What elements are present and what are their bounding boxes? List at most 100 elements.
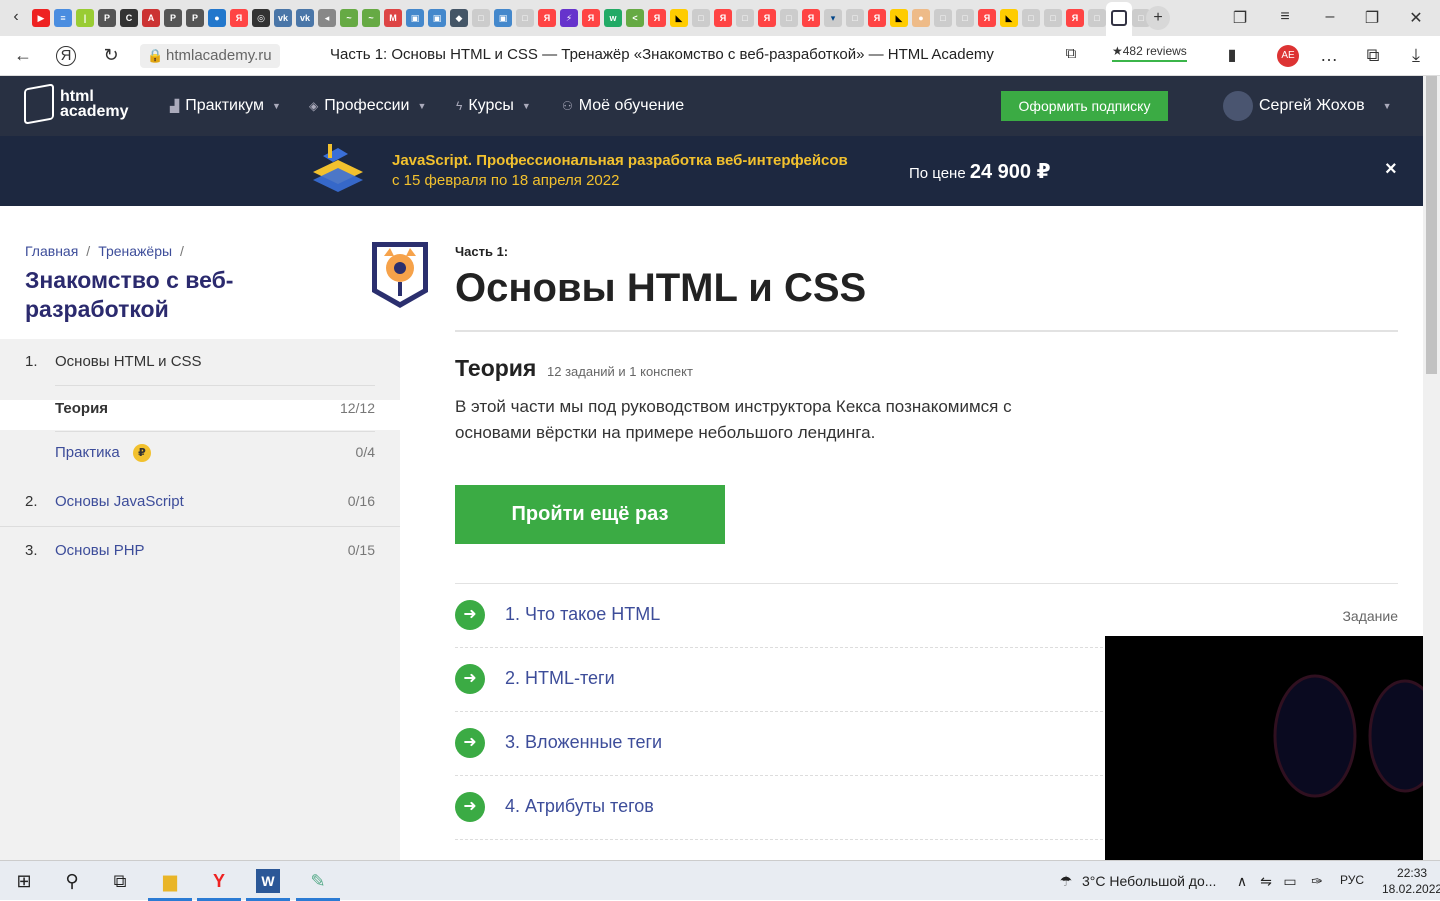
tab-icon[interactable]: ◣ — [670, 9, 688, 27]
nav-practicum[interactable]: ▟ Практикум ▼ — [170, 97, 281, 115]
tab-icon[interactable]: | — [76, 9, 94, 27]
close-window-icon[interactable]: ✕ — [1406, 8, 1426, 28]
task-view-icon[interactable]: ⧉ — [108, 869, 132, 893]
tab-yandex-icon[interactable]: Я — [758, 9, 776, 27]
crumb-trainers[interactable]: Тренажёры — [98, 243, 172, 259]
lesson-title[interactable]: 3. Вложенные теги — [505, 732, 662, 753]
tab-icon[interactable]: ▣ — [428, 9, 446, 27]
tab-yandex-icon[interactable]: Я — [1066, 9, 1084, 27]
tab-icon[interactable]: ◣ — [890, 9, 908, 27]
tab-yandex-icon[interactable]: Я — [868, 9, 886, 27]
back-tabs-icon[interactable]: ‹ — [6, 8, 26, 26]
video-overlay[interactable] — [1105, 636, 1440, 860]
tab-icon[interactable]: □ — [736, 9, 754, 27]
reload-icon[interactable]: ↻ — [100, 45, 122, 66]
tab-icon[interactable]: □ — [1044, 9, 1062, 27]
tab-icon[interactable]: □ — [692, 9, 710, 27]
promo-banner[interactable]: JavaScript. Профессиональная разработка … — [0, 136, 1423, 206]
network-icon[interactable]: ⇋ — [1254, 869, 1278, 893]
tab-icon[interactable]: < — [626, 9, 644, 27]
tab-icon[interactable]: ▣ — [494, 9, 512, 27]
display-icon[interactable]: ▭ — [1278, 869, 1302, 893]
sub-item-theory[interactable]: Теория 12/12 — [0, 400, 400, 430]
tab-gmail-icon[interactable]: M — [384, 9, 402, 27]
active-tab[interactable] — [1106, 2, 1132, 36]
word-icon[interactable]: W — [256, 869, 280, 893]
windows-start-icon[interactable]: ⊞ — [12, 869, 36, 893]
tab-icon[interactable]: P — [186, 9, 204, 27]
tab-yandex-icon[interactable]: Я — [802, 9, 820, 27]
close-icon[interactable]: × — [1385, 158, 1397, 181]
url-field[interactable]: 🔒 htmlacademy.ru — [140, 44, 280, 68]
restore-icon[interactable]: ❐ — [1362, 8, 1382, 28]
tab-icon[interactable]: A — [142, 9, 160, 27]
tab-icon[interactable]: □ — [780, 9, 798, 27]
tab-icon[interactable]: ◆ — [450, 9, 468, 27]
section-1[interactable]: 1. Основы HTML и CSS — [0, 353, 400, 393]
tab-yandex-icon[interactable]: Я — [648, 9, 666, 27]
tab-icon[interactable]: ◎ — [252, 9, 270, 27]
nav-professions[interactable]: ◈ Профессии ▼ — [309, 97, 426, 115]
tab-icon[interactable]: ~ — [340, 9, 358, 27]
tab-icon[interactable]: □ — [1088, 9, 1106, 27]
scrollbar-thumb[interactable] — [1426, 76, 1437, 374]
tab-icon[interactable]: P — [164, 9, 182, 27]
language-indicator[interactable]: РУС — [1340, 873, 1364, 887]
download-icon[interactable]: ⤓ — [1405, 45, 1427, 66]
tab-icon[interactable]: □ — [1022, 9, 1040, 27]
tab-icon[interactable]: ● — [912, 9, 930, 27]
subscribe-button[interactable]: Оформить подписку — [1001, 91, 1168, 121]
clock[interactable]: 22:33 18.02.2022 — [1382, 865, 1440, 897]
tab-yandex-icon[interactable]: Я — [538, 9, 556, 27]
section-3[interactable]: 3. Основы PHP 0/15 — [0, 542, 400, 582]
section-2[interactable]: 2. Основы JavaScript 0/16 — [0, 493, 400, 533]
translate-icon[interactable]: ⧉ — [1060, 45, 1082, 62]
sub-item-practice[interactable]: Практика ₽ 0/4 — [0, 444, 400, 478]
tab-icon[interactable]: ⚡ — [560, 9, 578, 27]
lesson-title[interactable]: 1. Что такое HTML — [505, 604, 660, 625]
reviews-badge[interactable]: ★482 reviews — [1112, 44, 1187, 62]
tab-icon[interactable]: □ — [472, 9, 490, 27]
tab-icon[interactable]: □ — [516, 9, 534, 27]
nav-courses[interactable]: ϟ Курсы ▼ — [456, 97, 531, 115]
logo[interactable]: html academy — [24, 83, 129, 125]
scrollbar[interactable] — [1423, 76, 1440, 860]
tab-icon[interactable]: P — [98, 9, 116, 27]
tab-youtube-icon[interactable]: ▶ — [32, 9, 50, 27]
chevron-up-icon[interactable]: ∧ — [1230, 869, 1254, 893]
tab-yandex-icon[interactable]: Я — [978, 9, 996, 27]
collections-icon[interactable]: ⧉ — [1362, 45, 1384, 66]
crumb-home[interactable]: Главная — [25, 243, 78, 259]
tab-vk-icon[interactable]: vk — [274, 9, 292, 27]
tab-icon[interactable]: ◣ — [1000, 9, 1018, 27]
bookmark-icon[interactable]: ▮ — [1221, 45, 1243, 65]
tab-icon[interactable]: C — [120, 9, 138, 27]
tab-icon[interactable]: ▣ — [406, 9, 424, 27]
tab-icon[interactable]: ▾ — [824, 9, 842, 27]
yandex-browser-icon[interactable]: Y — [207, 869, 231, 893]
pen-icon[interactable]: ✑ — [1305, 869, 1329, 893]
tab-icon[interactable]: ~ — [362, 9, 380, 27]
yandex-icon[interactable]: Я — [56, 46, 76, 66]
tab-icon[interactable]: □ — [846, 9, 864, 27]
more-icon[interactable]: … — [1318, 45, 1340, 66]
tab-vk-icon[interactable]: vk — [296, 9, 314, 27]
search-icon[interactable]: ⚲ — [60, 869, 84, 893]
tab-yandex-icon[interactable]: Я — [230, 9, 248, 27]
menu-icon[interactable]: ≡ — [1275, 8, 1295, 26]
weather-text[interactable]: 3°C Небольшой до... — [1082, 873, 1216, 889]
tab-icon[interactable]: ◂ — [318, 9, 336, 27]
tab-yandex-icon[interactable]: Я — [714, 9, 732, 27]
paint-icon[interactable]: ✎ — [306, 869, 330, 893]
user-menu[interactable]: Сергей Жохов ▼ — [1223, 91, 1392, 121]
minimize-icon[interactable]: – — [1320, 8, 1340, 26]
adblock-icon[interactable]: AE — [1277, 45, 1299, 67]
tab-doc-icon[interactable]: ≡ — [54, 9, 72, 27]
tab-icon[interactable]: w — [604, 9, 622, 27]
new-tab-icon[interactable]: + — [1146, 6, 1170, 30]
tab-icon[interactable]: □ — [956, 9, 974, 27]
lesson-title[interactable]: 4. Атрибуты тегов — [505, 796, 654, 817]
tab-icon[interactable]: □ — [934, 9, 952, 27]
nav-my-learning[interactable]: ⚇ Моё обучение — [562, 97, 684, 115]
collections-icon[interactable]: ❐ — [1230, 8, 1250, 28]
